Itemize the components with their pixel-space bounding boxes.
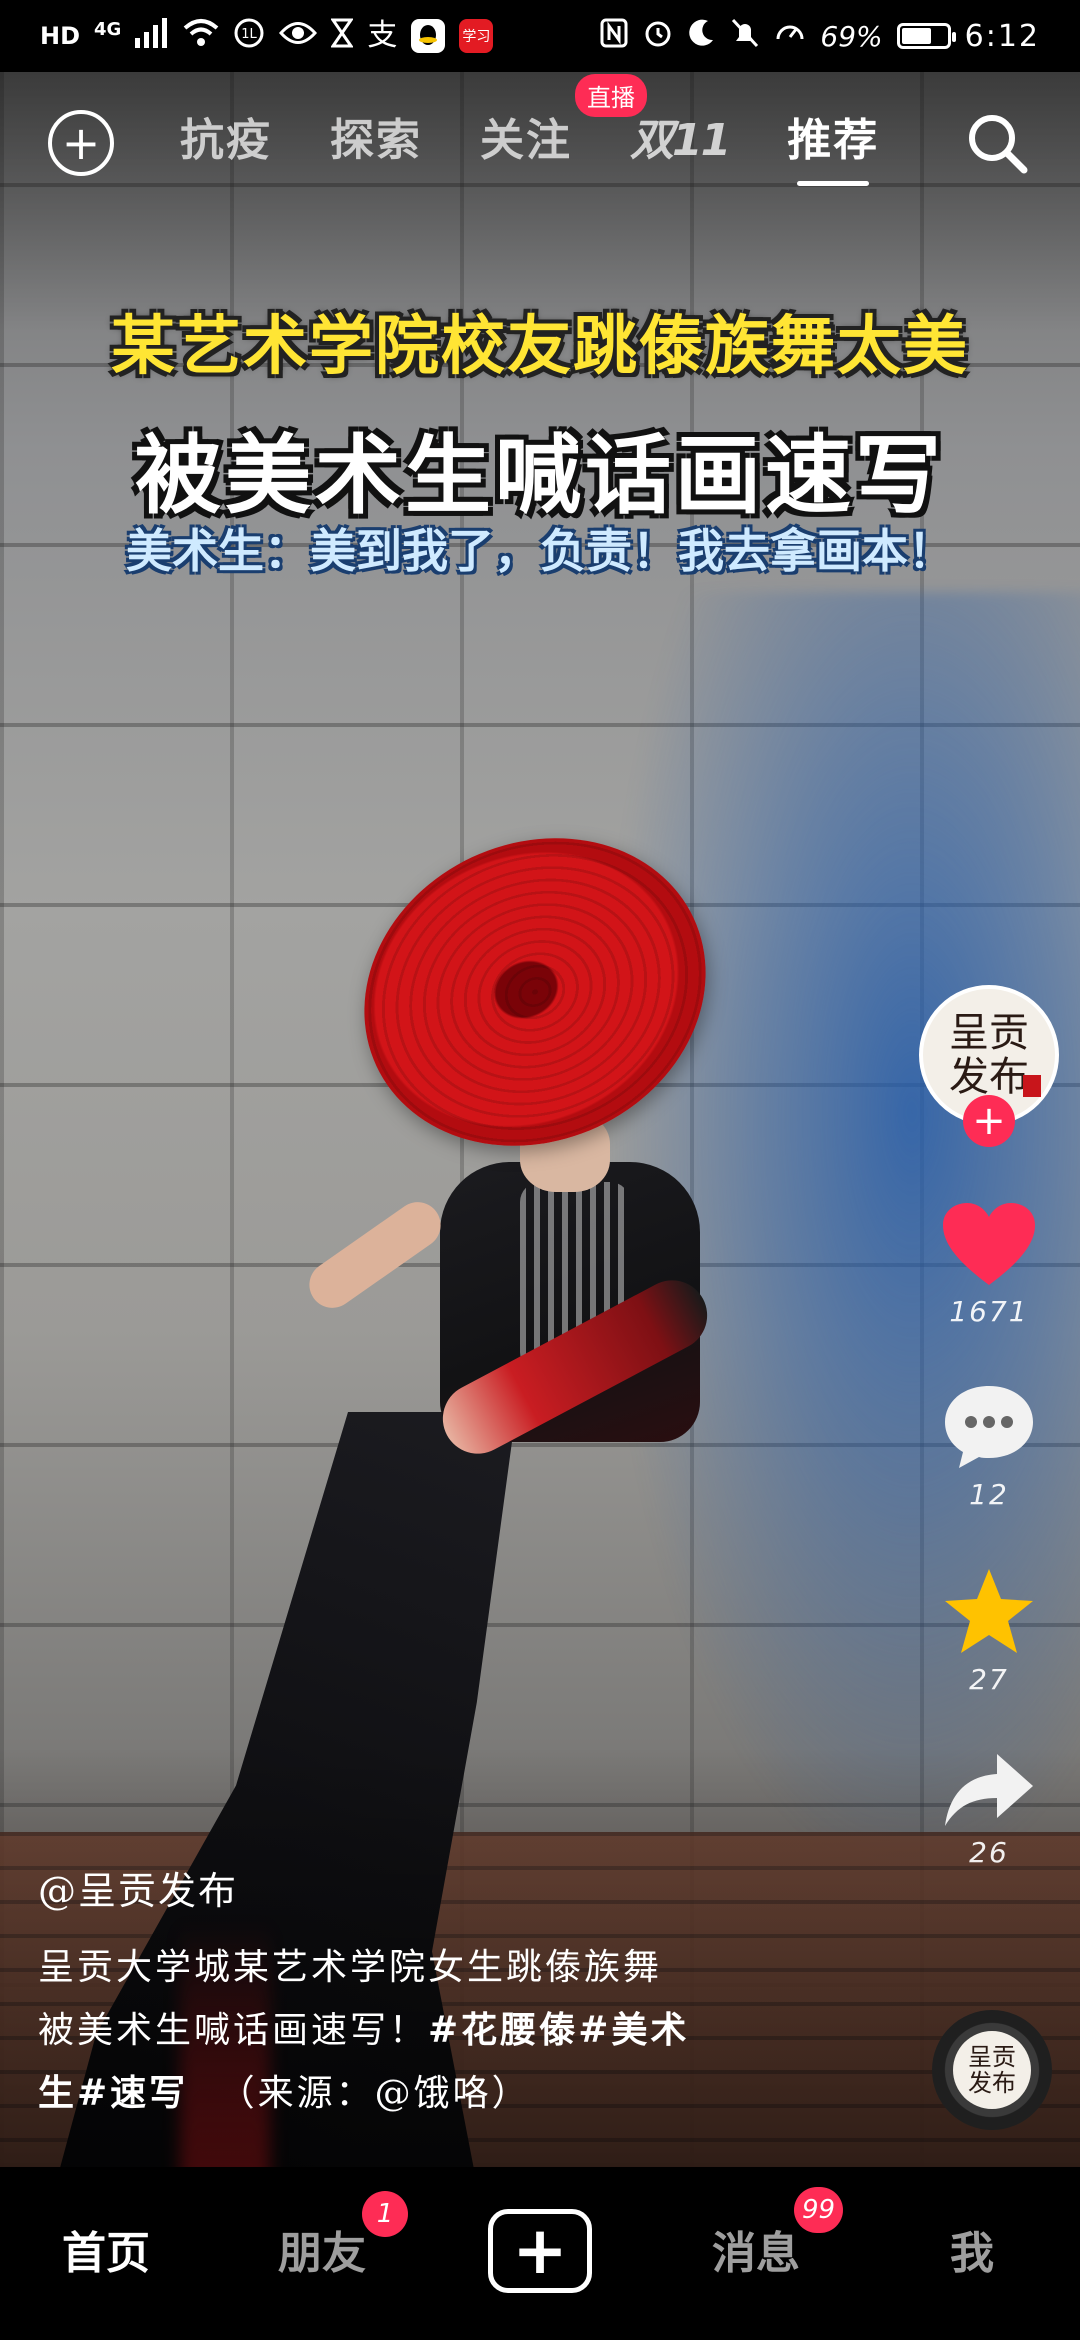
search-icon[interactable] xyxy=(962,108,1032,178)
status-left: HD 4G 1L 支 学习 xyxy=(40,17,494,55)
live-badge[interactable]: 直播 xyxy=(575,74,647,117)
status-bar: HD 4G 1L 支 学习 69% 6:12 xyxy=(0,0,1080,72)
follow-button[interactable]: + xyxy=(963,1095,1015,1147)
alipay-icon: 支 xyxy=(367,18,398,53)
video-headline-2: 被美术生喊话画速写 xyxy=(135,426,945,526)
music-disc[interactable]: 呈贡 发布 xyxy=(932,2010,1052,2130)
battery-percent: 69% xyxy=(820,19,883,53)
video-caption: @呈贡发布 呈贡大学城某艺术学院女生跳傣族舞 被美术生喊话画速写！#花腰傣#美术… xyxy=(38,1860,798,2125)
tab-home[interactable]: 首页 xyxy=(62,2217,150,2281)
comment-count: 12 xyxy=(969,1478,1009,1511)
author-avatar-text: 呈贡 发布 xyxy=(949,1010,1029,1100)
alarm-icon xyxy=(642,17,674,55)
like-button[interactable]: 1671 xyxy=(941,1201,1037,1328)
video-headline-1: 某艺术学院校友跳傣族舞太美 xyxy=(111,310,969,384)
wifi-icon xyxy=(183,18,219,54)
tab-double-eleven[interactable]: 双11 xyxy=(630,104,731,168)
favorite-button[interactable]: 27 xyxy=(941,1565,1037,1696)
bottom-tab-bar: 首页 朋友 1 + 消息 99 我 xyxy=(0,2167,1080,2340)
star-icon xyxy=(945,1569,1033,1653)
signal-icon xyxy=(135,18,169,54)
tab-explore[interactable]: 探索 xyxy=(330,104,422,168)
active-tab-underline xyxy=(797,181,870,186)
tab-recommended-label: 推荐 xyxy=(787,115,880,166)
caption-line: 被美术生喊话画速写！#花腰傣#美术 xyxy=(38,1999,798,2062)
tab-following[interactable]: 关注 xyxy=(480,104,572,168)
tab-recommended[interactable]: 推荐 xyxy=(787,104,880,186)
bell-mute-icon xyxy=(730,17,760,55)
music-disc-avatar: 呈贡 发布 xyxy=(953,2031,1031,2109)
red-seal xyxy=(1023,1075,1041,1097)
network-type: 4G xyxy=(94,18,122,40)
author-handle[interactable]: @呈贡发布 xyxy=(38,1860,798,1915)
add-icon[interactable]: + xyxy=(48,110,114,176)
moon-icon xyxy=(688,18,716,54)
battery-icon xyxy=(896,23,956,49)
caption-text-segment: 被美术生喊话画速写！ xyxy=(38,2010,429,2051)
qq-icon xyxy=(411,19,446,53)
tab-me[interactable]: 我 xyxy=(950,2217,994,2281)
battery-level xyxy=(901,28,931,44)
hashtag-link[interactable]: #速写 xyxy=(77,2072,188,2114)
tab-friends[interactable]: 朋友 xyxy=(278,2217,366,2281)
share-icon xyxy=(945,1754,1033,1826)
comment-icon xyxy=(945,1386,1033,1468)
like-count: 1671 xyxy=(949,1295,1029,1328)
favorite-count: 27 xyxy=(969,1663,1009,1696)
app-icon: 学习 xyxy=(459,19,494,53)
caption-source: （来源：@饿咯） xyxy=(218,2073,531,2114)
hashtag-link[interactable]: #花腰傣 xyxy=(428,2009,578,2051)
caption-text: 呈贡大学城某艺术学院女生跳傣族舞 被美术生喊话画速写！#花腰傣#美术 生#速写 … xyxy=(38,1937,798,2125)
action-rail: 呈贡 发布 + 1671 12 27 26 xyxy=(914,985,1064,1869)
share-button[interactable]: 26 xyxy=(941,1750,1037,1869)
messages-badge: 99 xyxy=(794,2187,844,2233)
speed-icon xyxy=(774,17,806,55)
heart-icon xyxy=(943,1203,1035,1285)
comment-button[interactable]: 12 xyxy=(941,1382,1037,1511)
video-headline-3: 美术生：美到我了，负责！我去拿画本！ xyxy=(126,524,954,578)
nfc-icon xyxy=(600,18,628,54)
feed-tabs: 抗疫 探索 关注 双11 推荐 xyxy=(180,104,880,186)
data-saver-icon: 1L xyxy=(233,17,265,55)
eye-icon xyxy=(279,20,318,52)
hourglass-icon xyxy=(330,18,355,54)
status-right: 69% 6:12 xyxy=(600,17,1040,55)
caption-line: 生#速写 （来源：@饿咯） xyxy=(38,2062,798,2125)
clock: 6:12 xyxy=(964,18,1040,54)
friends-badge: 1 xyxy=(362,2191,408,2237)
hashtag-link[interactable]: #美术 xyxy=(578,2009,689,2051)
caption-line: 呈贡大学城某艺术学院女生跳傣族舞 xyxy=(38,1947,663,1988)
share-count: 26 xyxy=(969,1836,1009,1869)
tab-antiepidemic[interactable]: 抗疫 xyxy=(180,104,272,168)
top-nav: + 抗疫 探索 关注 双11 推荐 直播 xyxy=(0,74,1080,202)
create-button[interactable]: + xyxy=(488,2209,592,2293)
hd-indicator: HD xyxy=(40,22,81,50)
tab-messages[interactable]: 消息 xyxy=(712,2217,800,2281)
hashtag-link-continuation[interactable]: 生 xyxy=(38,2072,77,2114)
svg-text:1L: 1L xyxy=(242,27,258,42)
